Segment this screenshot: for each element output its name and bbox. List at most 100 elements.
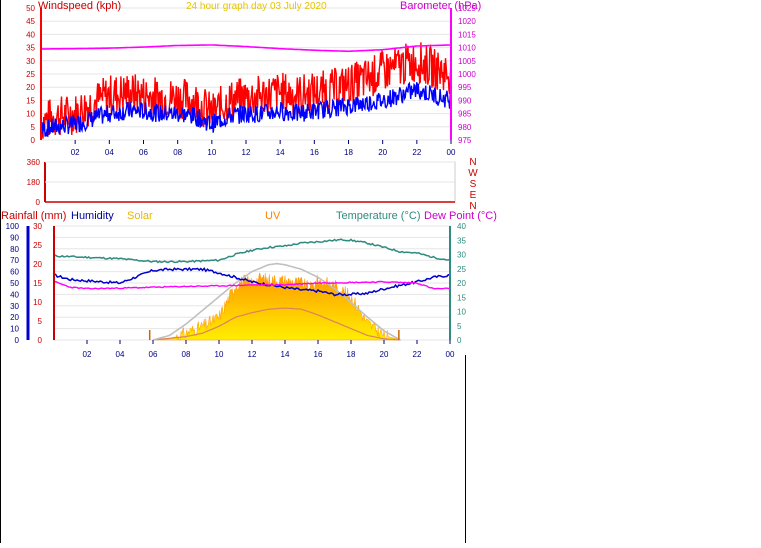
lower-x-tick-label: 14	[281, 350, 290, 359]
wind-direction-panel: 0180360 NWSEN	[27, 157, 479, 212]
wind-tick-label: 0	[31, 136, 36, 145]
baro-tick-label: 980	[458, 123, 472, 132]
wind-x-tick-label: 12	[242, 148, 251, 157]
wind-tick-label: 10	[26, 110, 35, 119]
humidity-y-ticks: 0 10 20 30 40 50 60 70 80 90 100	[6, 222, 20, 345]
rain-tick-label: 10	[33, 298, 42, 307]
humidity-tick-label: 50	[10, 279, 19, 288]
lower-x-ticks: 02 04 06 08 10 12 14 16 18 20 22 00	[83, 340, 455, 359]
dewpoint-legend: Dew Point (°C)	[424, 210, 497, 222]
direction-tick-label: 360	[27, 158, 41, 167]
wind-x-tick-label: 14	[276, 148, 285, 157]
baro-tick-label: 990	[458, 96, 472, 105]
lower-x-tick-label: 16	[314, 350, 323, 359]
wind-x-ticks: 02 04 06 08 10 12 14 16 18 20 22 00	[71, 140, 456, 157]
baro-tick-label: 1010	[458, 44, 476, 53]
temp-tick-label: 35	[457, 236, 466, 245]
wind-tick-label: 45	[26, 17, 35, 26]
lower-x-tick-label: 22	[413, 350, 422, 359]
temp-tick-label: 15	[457, 293, 466, 302]
temp-tick-label: 20	[457, 279, 466, 288]
humidity-tick-label: 20	[10, 313, 19, 322]
wind-tick-label: 20	[26, 83, 35, 92]
humidity-tick-label: 100	[6, 222, 20, 231]
rain-tick-label: 25	[33, 241, 42, 250]
temp-tick-label: 30	[457, 251, 466, 260]
weather-graph: 0 5 10 15 20 25 30 35 40 45 50 975 980 985 990 995 1000…	[0, 0, 761, 543]
wind-x-tick-label: 18	[344, 148, 353, 157]
direction-y-ticks: 0 180 360	[27, 158, 41, 207]
humidity-tick-label: 10	[10, 325, 19, 334]
lower-x-tick-label: 12	[248, 350, 257, 359]
humidity-tick-label: 70	[10, 256, 19, 265]
lower-x-tick-label: 00	[446, 350, 455, 359]
baro-tick-label: 1000	[458, 70, 476, 79]
wind-x-tick-label: 06	[139, 148, 148, 157]
lower-x-tick-label: 06	[149, 350, 158, 359]
wind-x-tick-label: 08	[173, 148, 182, 157]
rain-legend: Rainfall (mm)	[1, 210, 66, 222]
compass-labels: NWSEN	[468, 157, 478, 212]
humidity-tick-label: 30	[10, 302, 19, 311]
temp-tick-label: 40	[457, 222, 466, 231]
wind-tick-label: 5	[31, 123, 36, 132]
lower-x-tick-label: 08	[182, 350, 191, 359]
wind-tick-label: 40	[26, 30, 35, 39]
wind-x-tick-label: 00	[447, 148, 456, 157]
humidity-tick-label: 90	[10, 233, 19, 242]
temp-tick-label: 25	[457, 265, 466, 274]
temp-tick-label: 0	[457, 336, 462, 345]
lower-x-tick-label: 10	[215, 350, 224, 359]
baro-tick-label: 975	[458, 136, 472, 145]
wind-x-tick-label: 04	[105, 148, 114, 157]
solar-legend: Solar	[127, 210, 153, 222]
wind-barometer-panel: 05101520253035404550 9759809859909951000…	[26, 0, 481, 157]
baro-tick-label: 985	[458, 110, 472, 119]
wind-x-tick-label: 02	[71, 148, 80, 157]
compass-label: S	[470, 179, 477, 190]
compass-label: E	[470, 190, 477, 201]
lower-x-tick-label: 04	[116, 350, 125, 359]
wind-tick-label: 30	[26, 57, 35, 66]
rain-tick-label: 0	[38, 336, 43, 345]
rain-y-ticks: 0 5 10 15 20 25 30	[33, 222, 42, 345]
graph-title: 24 hour graph day 03 July 2020	[186, 1, 327, 12]
wind-x-tick-label: 16	[310, 148, 319, 157]
rain-tick-label: 20	[33, 260, 42, 269]
humidity-tick-label: 60	[10, 268, 19, 277]
wind-tick-label: 15	[26, 96, 35, 105]
temp-humidity-solar-panel: 0 10 20 30 40 50 60 70 80 90 100 0 5 10 15 20 25 30 0 5 10…	[1, 210, 497, 359]
wind-x-tick-label: 22	[412, 148, 421, 157]
rain-tick-label: 5	[38, 317, 43, 326]
humidity-legend: Humidity	[71, 210, 114, 222]
lower-x-tick-label: 18	[347, 350, 356, 359]
rain-tick-label: 30	[33, 222, 42, 231]
compass-label: W	[468, 168, 478, 179]
uv-legend: UV	[265, 210, 281, 222]
graph-svg: 05101520253035404550 9759809859909951000…	[0, 0, 497, 543]
baro-tick-label: 995	[458, 83, 472, 92]
wind-tick-label: 35	[26, 44, 35, 53]
wind-x-tick-label: 20	[378, 148, 387, 157]
humidity-tick-label: 0	[15, 336, 20, 345]
baro-axis-label: Barometer (hPa)	[400, 0, 481, 12]
wind-x-tick-label: 10	[207, 148, 216, 157]
direction-tick-label: 180	[27, 178, 41, 187]
direction-tick-label: 0	[36, 198, 41, 207]
baro-y-ticks: 975980985990995100010051010101510201025	[458, 4, 476, 145]
compass-label: N	[469, 157, 476, 168]
wind-tick-label: 25	[26, 70, 35, 79]
temp-tick-label: 5	[457, 322, 462, 331]
wind-tick-label: 50	[26, 4, 35, 13]
lower-x-tick-label: 20	[380, 350, 389, 359]
wind-axis-label: Windspeed (kph)	[38, 0, 121, 12]
baro-tick-label: 1020	[458, 17, 476, 26]
temp-tick-label: 10	[457, 308, 466, 317]
baro-tick-label: 1005	[458, 57, 476, 66]
lower-x-tick-label: 02	[83, 350, 92, 359]
wind-y-ticks: 0 5 10 15 20 25 30 35 40 45 50	[26, 4, 35, 145]
humidity-tick-label: 40	[10, 290, 19, 299]
humidity-tick-label: 80	[10, 245, 19, 254]
baro-tick-label: 1015	[458, 30, 476, 39]
rain-tick-label: 15	[33, 279, 42, 288]
